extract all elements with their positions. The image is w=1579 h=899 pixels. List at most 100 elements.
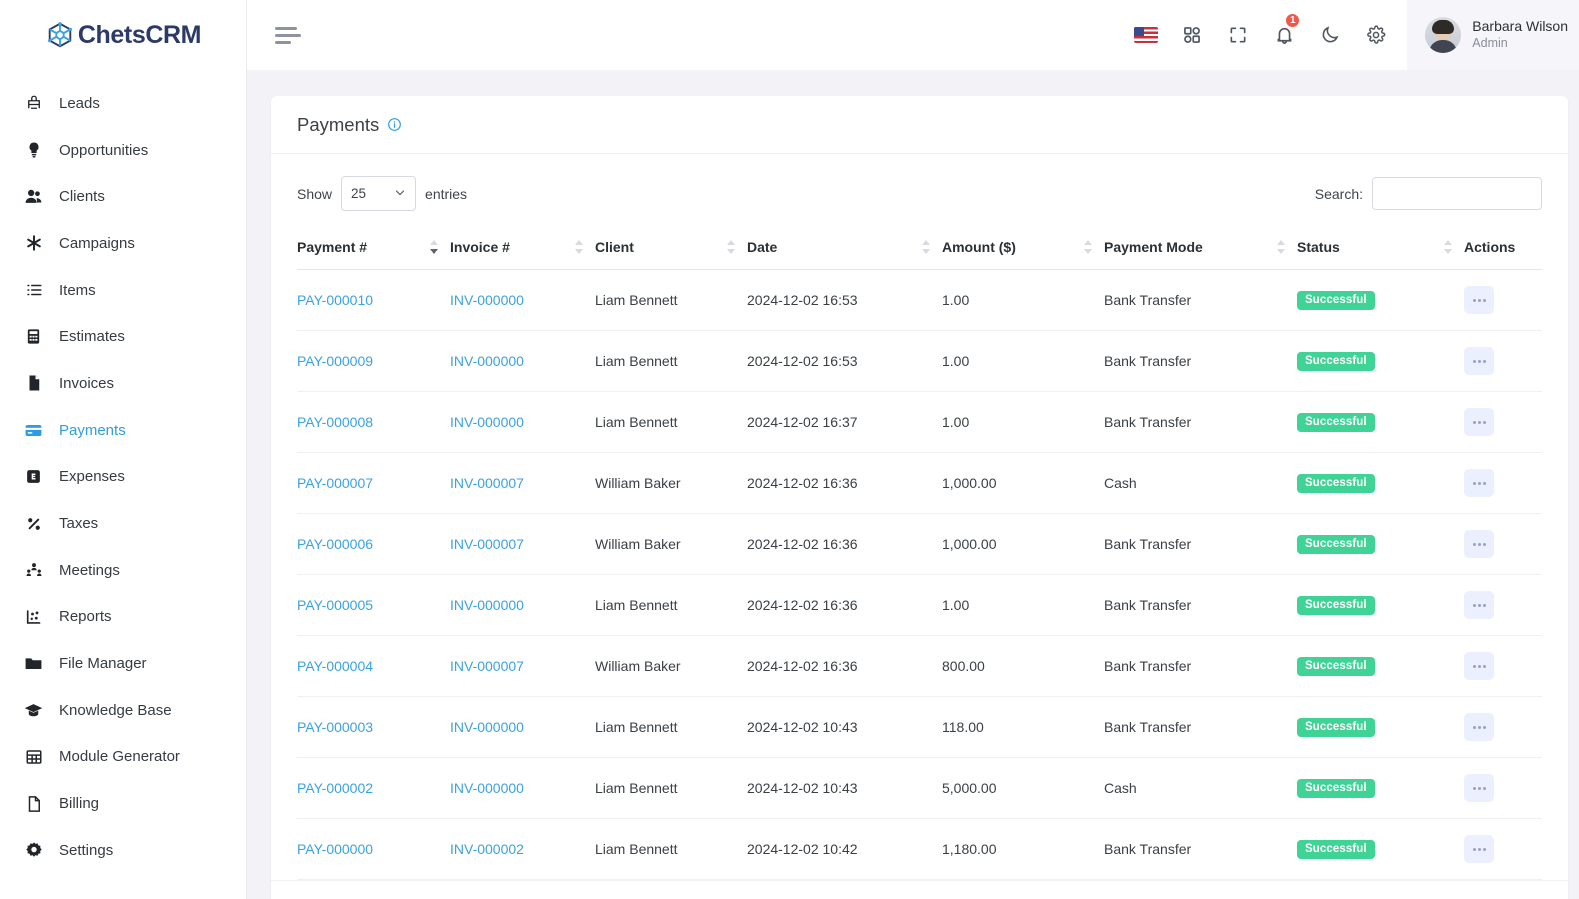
- row-actions-button[interactable]: [1464, 652, 1494, 680]
- cell-amount: 1,180.00: [942, 818, 1104, 880]
- info-circle-icon[interactable]: [387, 117, 402, 132]
- cell-date: 2024-12-02 10:43: [747, 757, 942, 819]
- cell-status: Successful: [1297, 635, 1464, 697]
- hamburger-icon[interactable]: [275, 18, 309, 52]
- sidebar-item-leads[interactable]: Leads: [0, 80, 246, 127]
- row-actions-button[interactable]: [1464, 347, 1494, 375]
- user-role: Admin: [1472, 35, 1508, 50]
- column-header-amount[interactable]: Amount ($): [942, 225, 1104, 270]
- payment-link[interactable]: PAY-000010: [297, 292, 373, 308]
- status-badge: Successful: [1297, 413, 1375, 432]
- row-actions-button[interactable]: [1464, 774, 1494, 802]
- dark-mode-moon-icon[interactable]: [1307, 0, 1353, 70]
- sidebar-item-label: Invoices: [59, 374, 115, 392]
- column-header-invoice[interactable]: Invoice #: [450, 225, 595, 270]
- sidebar-item-billing[interactable]: Billing: [0, 780, 246, 827]
- sidebar-item-reports[interactable]: Reports: [0, 594, 246, 641]
- expense-box-icon: [24, 467, 43, 486]
- invoice-link[interactable]: INV-000000: [450, 414, 524, 430]
- column-label: Client: [595, 239, 634, 255]
- invoice-link[interactable]: INV-000000: [450, 719, 524, 735]
- column-header-client[interactable]: Client: [595, 225, 747, 270]
- sidebar-item-opportunities[interactable]: Opportunities: [0, 127, 246, 174]
- sidebar-item-payments[interactable]: Payments: [0, 407, 246, 454]
- apps-grid-icon[interactable]: [1169, 0, 1215, 70]
- sidebar-item-clients[interactable]: Clients: [0, 173, 246, 220]
- fullscreen-icon[interactable]: [1215, 0, 1261, 70]
- cell-invoice: INV-000000: [450, 391, 595, 453]
- row-actions-button[interactable]: [1464, 713, 1494, 741]
- sidebar-item-settings[interactable]: Settings: [0, 827, 246, 874]
- table-wrapper: Payment # Invoice # Client Date Amount (…: [271, 225, 1568, 880]
- column-header-status[interactable]: Status: [1297, 225, 1464, 270]
- cell-payment-mode: Cash: [1104, 757, 1297, 819]
- payment-link[interactable]: PAY-000007: [297, 475, 373, 491]
- invoice-link[interactable]: INV-000002: [450, 841, 524, 857]
- payment-link[interactable]: PAY-000002: [297, 780, 373, 796]
- column-header-payment[interactable]: Payment #: [297, 225, 450, 270]
- status-badge: Successful: [1297, 779, 1375, 798]
- payment-link[interactable]: PAY-000000: [297, 841, 373, 857]
- cell-amount: 1.00: [942, 391, 1104, 453]
- sidebar-item-module-generator[interactable]: Module Generator: [0, 734, 246, 781]
- payment-link[interactable]: PAY-000008: [297, 414, 373, 430]
- bell-icon[interactable]: 1: [1261, 0, 1307, 70]
- cell-payment: PAY-000006: [297, 513, 450, 575]
- flag-us-icon[interactable]: [1123, 0, 1169, 70]
- user-profile-menu[interactable]: Barbara Wilson Admin: [1407, 0, 1579, 70]
- table-row: PAY-000006 INV-000007 William Baker 2024-12…: [297, 513, 1542, 575]
- invoice-link[interactable]: INV-000000: [450, 780, 524, 796]
- sort-indicator-icon: [575, 239, 583, 255]
- invoice-link[interactable]: INV-000007: [450, 475, 524, 491]
- brand-logo[interactable]: ChetsCRM: [0, 0, 246, 70]
- app-root: ChetsCRM Leads Opportunities Clients Cam…: [0, 0, 1579, 899]
- row-actions-button[interactable]: [1464, 591, 1494, 619]
- sidebar-item-knowledge-base[interactable]: Knowledge Base: [0, 687, 246, 734]
- sidebar-item-meetings[interactable]: Meetings: [0, 547, 246, 594]
- invoice-link[interactable]: INV-000007: [450, 658, 524, 674]
- cell-date: 2024-12-02 10:42: [747, 818, 942, 880]
- column-label: Invoice #: [450, 239, 510, 255]
- sidebar-item-file-manager[interactable]: File Manager: [0, 640, 246, 687]
- payment-link[interactable]: PAY-000005: [297, 597, 373, 613]
- cell-payment-mode: Cash: [1104, 452, 1297, 514]
- cell-date: 2024-12-02 16:36: [747, 574, 942, 636]
- sidebar-item-label: Module Generator: [59, 748, 180, 766]
- sidebar-item-expenses[interactable]: Expenses: [0, 454, 246, 501]
- row-actions-button[interactable]: [1464, 530, 1494, 558]
- invoice-link[interactable]: INV-000000: [450, 353, 524, 369]
- sidebar-item-campaigns[interactable]: Campaigns: [0, 220, 246, 267]
- row-actions-button[interactable]: [1464, 286, 1494, 314]
- payment-link[interactable]: PAY-000009: [297, 353, 373, 369]
- cell-payment-mode: Bank Transfer: [1104, 696, 1297, 758]
- gear-icon[interactable]: [1353, 0, 1399, 70]
- page-length-select[interactable]: 25: [341, 176, 417, 211]
- row-actions-button[interactable]: [1464, 408, 1494, 436]
- cell-payment: PAY-000008: [297, 391, 450, 453]
- column-header-date[interactable]: Date: [747, 225, 942, 270]
- cell-date: 2024-12-02 16:53: [747, 269, 942, 331]
- status-badge: Successful: [1297, 535, 1375, 554]
- row-actions-button[interactable]: [1464, 469, 1494, 497]
- status-badge: Successful: [1297, 291, 1375, 310]
- sidebar-item-taxes[interactable]: Taxes: [0, 500, 246, 547]
- column-header-payment-mode[interactable]: Payment Mode: [1104, 225, 1297, 270]
- table-head: Payment # Invoice # Client Date Amount (…: [297, 225, 1542, 270]
- invoice-link[interactable]: INV-000000: [450, 597, 524, 613]
- list-icon: [24, 281, 43, 300]
- page-title: Payments: [297, 113, 380, 135]
- invoice-link[interactable]: INV-000000: [450, 292, 524, 308]
- payment-link[interactable]: PAY-000006: [297, 536, 373, 552]
- cell-payment: PAY-000005: [297, 574, 450, 636]
- users-icon: [24, 187, 43, 206]
- row-actions-button[interactable]: [1464, 835, 1494, 863]
- cell-invoice: INV-000007: [450, 513, 595, 575]
- sidebar-item-estimates[interactable]: Estimates: [0, 313, 246, 360]
- sidebar-item-items[interactable]: Items: [0, 267, 246, 314]
- payment-link[interactable]: PAY-000003: [297, 719, 373, 735]
- search-input[interactable]: [1372, 177, 1542, 210]
- sidebar-item-invoices[interactable]: Invoices: [0, 360, 246, 407]
- people-group-icon: [24, 561, 43, 580]
- payment-link[interactable]: PAY-000004: [297, 658, 373, 674]
- invoice-link[interactable]: INV-000007: [450, 536, 524, 552]
